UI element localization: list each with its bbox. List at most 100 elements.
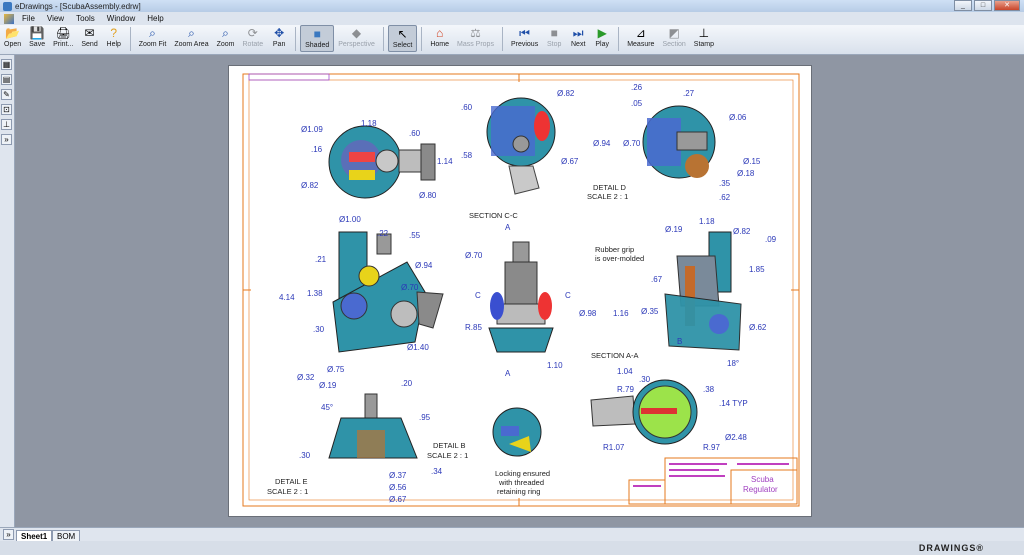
zoom-fit-icon: ⌕ — [149, 25, 156, 40]
dim-label: 1.04 — [617, 367, 633, 376]
window-title: eDrawings - [ScubaAssembly.edrw] — [15, 1, 141, 11]
dim-label: Ø1.40 — [407, 343, 429, 352]
detail-e-label: DETAIL E — [275, 477, 308, 486]
maximize-button[interactable]: □ — [974, 0, 992, 11]
save-button[interactable]: 💾 Save — [25, 25, 49, 52]
stop-icon: ■ — [550, 26, 558, 40]
stamp-button[interactable]: ⊥ Stamp — [690, 25, 718, 52]
dim-label: .58 — [461, 151, 473, 160]
toolbar-label: Pan — [272, 41, 286, 48]
dim-label: A — [505, 223, 511, 232]
toolbar-label: Mass Props — [457, 41, 494, 48]
app-icon — [3, 1, 12, 11]
dim-label: Ø.82 — [557, 89, 575, 98]
dim-label: Ø.37 — [389, 471, 407, 480]
menu-bar: File View Tools Window Help — [0, 12, 1024, 25]
detail-e-scale: SCALE 2 : 1 — [267, 487, 308, 496]
dim-label: 1.18 — [361, 119, 377, 128]
dim-label: .55 — [409, 231, 421, 240]
select-button[interactable]: ↖ Select — [387, 25, 418, 52]
open-button[interactable]: 📂 Open — [0, 25, 25, 52]
components-icon[interactable]: ▤ — [1, 74, 12, 85]
expand-tabs-icon[interactable]: » — [3, 529, 14, 540]
previous-button[interactable]: ⏮ Previous — [507, 25, 542, 52]
send-button[interactable]: ✉ Send — [77, 25, 101, 52]
expand-panel-icon[interactable]: » — [1, 134, 12, 145]
help-button[interactable]: ? Help — [102, 25, 126, 52]
dim-label: Ø1.09 — [301, 125, 323, 134]
drawing-sheet[interactable]: 1.18 Ø1.09 .60 .16 1.14 Ø.82 Ø.80 .60 .5… — [228, 65, 812, 517]
rotate-icon: ⟳ — [247, 26, 258, 40]
perspective-icon: ◆ — [351, 26, 362, 40]
dim-label: Ø.70 — [465, 251, 483, 260]
stamp-panel-icon[interactable]: ⊥ — [1, 119, 12, 130]
dim-label: R.85 — [465, 323, 482, 332]
home-button[interactable]: ⌂ Home — [426, 25, 453, 52]
menu-view[interactable]: View — [41, 14, 70, 23]
markup-icon[interactable]: ✎ — [1, 89, 12, 100]
play-icon: ▶ — [597, 26, 607, 40]
zoom-fit-button[interactable]: ⌕ Zoom Fit — [135, 25, 171, 52]
shaded-button[interactable]: ■ Shaded — [300, 25, 335, 52]
dim-label: .27 — [683, 89, 695, 98]
dim-label: .21 — [315, 255, 327, 264]
dim-label: 1.16 — [613, 309, 629, 318]
home-icon: ⌂ — [436, 26, 444, 40]
edrawings-logo: DRAWINGS® — [918, 543, 984, 553]
help-icon: ? — [110, 26, 118, 40]
dim-label: .20 — [401, 379, 413, 388]
dim-label: R1.07 — [603, 443, 625, 452]
drawing-canvas: 1.18 Ø1.09 .60 .16 1.14 Ø.82 Ø.80 .60 .5… — [242, 73, 800, 507]
menu-file[interactable]: File — [16, 14, 41, 23]
section-icon: ◩ — [668, 26, 680, 40]
dim-label: Ø.75 — [327, 365, 345, 374]
minimize-button[interactable]: _ — [954, 0, 972, 11]
app-menu-icon[interactable] — [4, 13, 14, 24]
note-locking-line3: retaining ring — [497, 487, 540, 496]
dim-label: Ø.67 — [389, 495, 407, 504]
zoom-area-button[interactable]: ⌕ Zoom Area — [170, 25, 212, 52]
dim-label: Ø.94 — [593, 139, 611, 148]
next-button[interactable]: ⏭ Next — [566, 25, 590, 52]
toolbar-label: Section — [662, 41, 686, 48]
dim-label: .60 — [461, 103, 473, 112]
menu-window[interactable]: Window — [101, 14, 141, 23]
dim-label: C — [475, 291, 481, 300]
sheets-icon[interactable]: ▦ — [1, 59, 12, 70]
pan-icon: ✥ — [274, 26, 285, 40]
toolbar-label: Home — [430, 41, 449, 48]
measure-icon: ⊿ — [635, 26, 646, 40]
rotate-button: ⟳ Rotate — [239, 25, 268, 52]
detail-d-scale: SCALE 2 : 1 — [587, 192, 628, 201]
section-button: ◩ Section — [658, 25, 689, 52]
toolbar-separator — [382, 27, 384, 51]
toolbar-label: Open — [4, 41, 22, 48]
shaded-icon: ■ — [313, 27, 321, 41]
menu-help[interactable]: Help — [141, 14, 169, 23]
print-button[interactable]: 🖨 Print... — [49, 25, 77, 52]
dim-label: A — [505, 369, 511, 378]
section-label-cc: SECTION C-C — [469, 211, 518, 220]
measure-panel-icon[interactable]: ⊡ — [1, 104, 12, 115]
menu-tools[interactable]: Tools — [70, 14, 101, 23]
toolbar-label: Zoom Fit — [138, 41, 167, 48]
close-button[interactable]: ✕ — [994, 0, 1020, 11]
note-rubber-line1: Rubber grip — [595, 245, 634, 254]
dim-label: R.97 — [703, 443, 720, 452]
dim-label: Ø2.48 — [725, 433, 747, 442]
zoom-button[interactable]: ⌕ Zoom — [213, 25, 239, 52]
dim-label: 4.14 — [279, 293, 295, 302]
toolbar-label: Previous — [510, 41, 539, 48]
note-locking-line1: Locking ensured — [495, 469, 550, 478]
pan-button[interactable]: ✥ Pan — [267, 25, 291, 52]
mass-props-button: ⚖ Mass Props — [453, 25, 498, 52]
mass-props-icon: ⚖ — [470, 26, 481, 40]
dim-label: Ø1.00 — [339, 215, 361, 224]
dim-label: Ø.35 — [641, 307, 659, 316]
send-icon: ✉ — [84, 26, 95, 40]
play-button[interactable]: ▶ Play — [590, 25, 614, 52]
view-top-center — [486, 97, 556, 195]
dim-label: Ø.82 — [733, 227, 751, 236]
detail-b-label: DETAIL B — [433, 441, 466, 450]
measure-button[interactable]: ⊿ Measure — [623, 25, 658, 52]
